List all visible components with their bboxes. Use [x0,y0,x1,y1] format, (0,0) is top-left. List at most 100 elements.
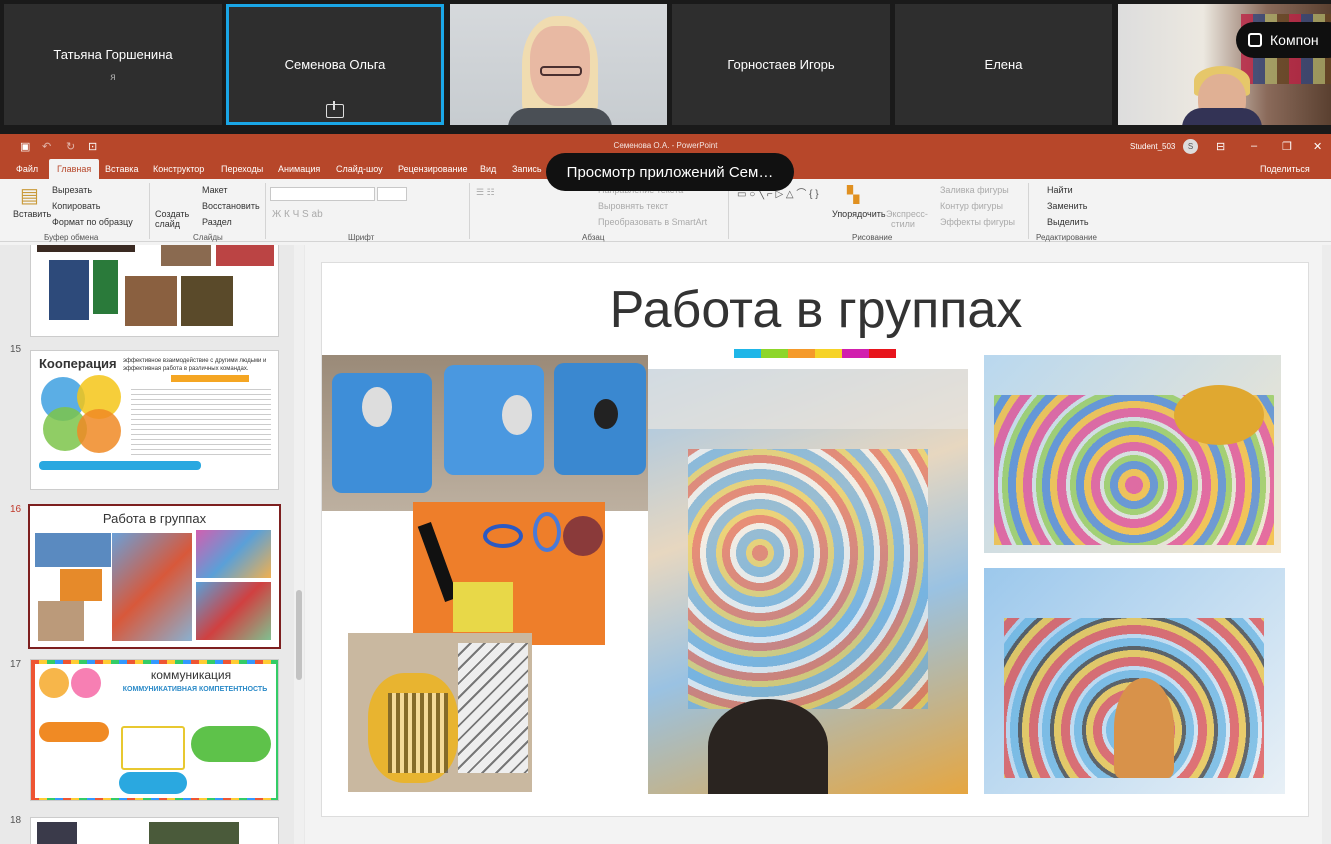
shape-effects-button[interactable]: Эффекты фигуры [940,217,1015,227]
slide-thumbnail-panel: 15 Кооперация эффективное взаимодействие… [0,245,305,844]
participant-strip: Татьяна Горшенина я Семенова Ольга Горно… [0,0,1331,130]
slides-group-label: Слайды [193,233,223,242]
section-button[interactable]: Раздел [202,217,232,227]
thumbnail-subtitle: КОММУНИКАТИВНАЯ КОМПЕТЕНТНОСТЬ [122,686,268,693]
tab-home[interactable]: Главная [49,159,100,179]
layout-button[interactable]: Макет [202,185,227,195]
participant-name: Горностаев Игорь [727,57,835,72]
paste-icon[interactable]: ▤ [20,183,39,208]
copy-button[interactable]: Копировать [52,201,100,211]
thumbnail-title: Работа в группах [102,511,207,526]
restore-icon[interactable]: ❐ [1282,140,1292,153]
app-switcher-tooltip: Просмотр приложений Сем… [546,153,794,191]
user-name[interactable]: Student_503 [1130,142,1175,151]
participant-tile[interactable]: Татьяна Горшенина я [4,4,222,125]
participant-tile[interactable]: Горностаев Игорь [672,4,890,125]
tab-review[interactable]: Рецензирование [398,164,468,174]
new-slide-button[interactable]: Создать [155,209,189,219]
clipboard-group-label: Буфер обмена [44,233,99,242]
new-slide-label: слайд [155,219,181,229]
color-bar-segment [869,349,896,358]
participant-tile-active[interactable]: Семенова Ольга [226,4,444,125]
tab-slideshow[interactable]: Слайд-шоу [336,164,383,174]
components-label: Компон [1270,32,1319,48]
minimize-icon[interactable]: – [1251,140,1257,152]
drawing-group-label: Рисование [852,233,893,242]
photo-painting-notes[interactable] [984,568,1285,794]
paragraph-group-label: Абзац [582,233,605,242]
align-text-button[interactable]: Выровнять текст [598,201,668,211]
slide-thumbnail-18[interactable] [30,817,279,844]
participant-tile[interactable]: Елена [895,4,1112,125]
tab-record[interactable]: Запись [512,164,542,174]
photo-collage[interactable] [348,633,532,792]
arrange-icon: ▚ [847,187,860,204]
font-size-select[interactable] [377,187,407,201]
photo-painting-instruments[interactable] [984,355,1281,553]
quick-styles-button[interactable]: Экспресс- [886,209,928,219]
tab-insert[interactable]: Вставка [105,164,138,174]
participant-video[interactable] [450,4,667,125]
color-bar-segment [815,349,842,358]
components-icon [1248,33,1262,47]
replace-button[interactable]: Заменить [1047,201,1087,211]
thumbnail-title: коммуникация [150,668,232,682]
ribbon-display-icon[interactable]: ⊟ [1216,140,1225,153]
select-button[interactable]: Выделить [1047,217,1089,227]
photo-mouse-cases[interactable] [322,355,648,511]
color-bar-segment [842,349,869,358]
editing-group-label: Редактирование [1036,233,1097,242]
font-family-select[interactable] [270,187,375,201]
find-button[interactable]: Найти [1047,185,1073,195]
bold-button[interactable]: Ж К Ч S ab [272,209,323,220]
participant-name: Татьяна Горшенина [53,46,173,62]
share-button[interactable]: Поделиться [1260,164,1310,174]
slide-number: 15 [10,344,22,355]
tab-file[interactable]: Файл [16,164,38,174]
paste-button[interactable]: Вставить [13,209,51,219]
tab-design[interactable]: Конструктор [153,164,204,174]
photo-scissors[interactable] [413,502,605,645]
slide-thumbnail-15[interactable]: Кооперация эффективное взаимодействие с … [30,350,279,490]
photo-children-drawing[interactable] [648,369,968,794]
slide-thumbnail-16-selected[interactable]: Работа в группах [28,504,281,649]
avatar[interactable]: S [1183,139,1198,154]
screen: Татьяна Горшенина я Семенова Ольга Горно… [0,0,1331,844]
tab-transitions[interactable]: Переходы [221,164,263,174]
scrollbar-thumb[interactable] [296,590,302,680]
participant-name: Елена [984,57,1023,72]
format-painter-button[interactable]: Формат по образцу [52,217,133,227]
slide-number-selected: 16 [10,504,22,515]
color-bar-segment [734,349,761,358]
components-button[interactable]: Компон [1236,22,1331,58]
slide-title: Работа в группах [609,281,1023,339]
color-bar-segment [761,349,788,358]
cut-button[interactable]: Вырезать [52,185,92,195]
font-group-label: Шрифт [348,233,375,242]
thumbnail-title: Кооперация [39,356,117,371]
smartart-button[interactable]: Преобразовать в SmartArt [598,217,707,227]
tab-view[interactable]: Вид [480,164,496,174]
slide-number: 17 [10,659,22,670]
quick-styles-label: стили [891,219,915,229]
thumbnail-subtitle: эффективное взаимодействие с другими люд… [123,358,267,372]
shape-outline-button[interactable]: Контур фигуры [940,201,1003,211]
powerpoint-window: ▣ ↶ ↻ ⊡ Семенова О.А. - PowerPoint Stude… [0,134,1331,844]
arrange-button[interactable]: Упорядочить [832,209,886,219]
participant-name: Семенова Ольга [284,57,386,72]
main-slide[interactable]: Работа в группах [321,262,1309,817]
slide-thumbnail-14[interactable] [30,245,279,337]
close-icon[interactable]: ✕ [1313,140,1322,153]
screen-share-icon [326,101,344,118]
color-bar-segment [788,349,815,358]
tab-animations[interactable]: Анимация [278,164,320,174]
reset-button[interactable]: Восстановить [202,201,260,211]
color-bar [734,349,896,358]
thumbnail-scrollbar[interactable] [294,245,304,844]
bullets-button[interactable]: ☰ ☷ [476,187,495,198]
participant-self-label: я [110,71,116,83]
slide-number: 18 [10,815,22,826]
shape-fill-button[interactable]: Заливка фигуры [940,185,1009,195]
slide-scrollbar[interactable] [1322,245,1331,844]
slide-thumbnail-17[interactable]: коммуникация КОММУНИКАТИВНАЯ КОМПЕТЕНТНО… [30,659,279,801]
